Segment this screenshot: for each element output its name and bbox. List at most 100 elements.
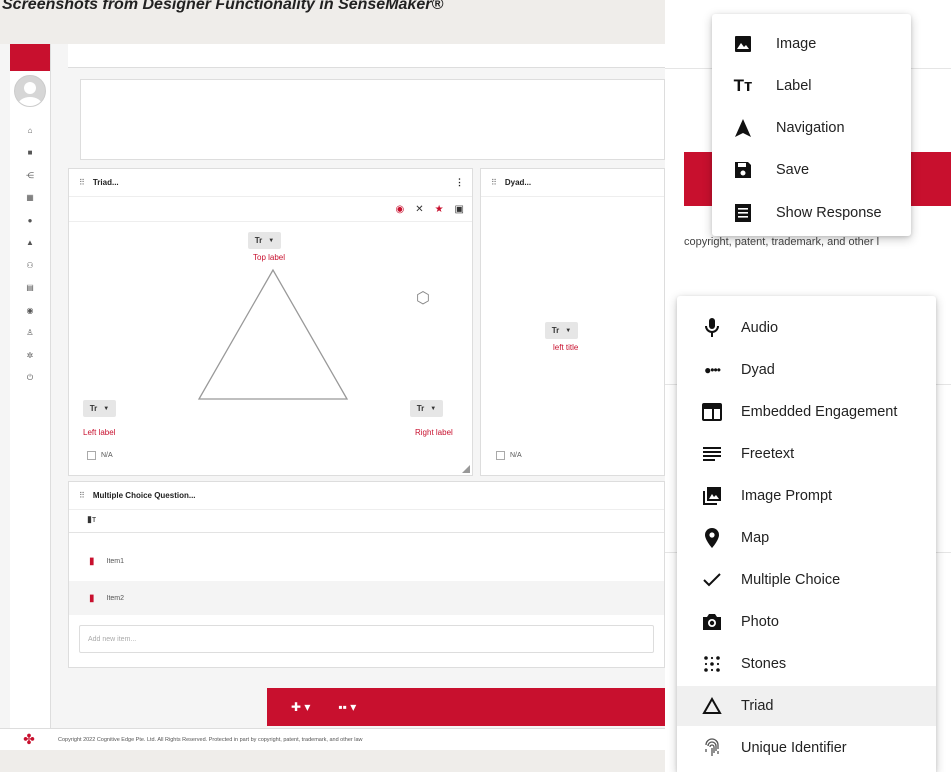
delete-text-icon[interactable]: ▮ᴛ <box>87 514 96 525</box>
people-icon[interactable]: ⚇ <box>10 254 50 277</box>
menu-item-map[interactable]: Map <box>677 526 936 550</box>
flask-icon[interactable]: ▲ <box>10 232 50 255</box>
top-label[interactable]: Top label <box>253 253 285 262</box>
rail-header <box>10 44 50 71</box>
triad-title: Triad... <box>92 178 119 187</box>
intro-text-block[interactable] <box>80 79 665 160</box>
add-element-bar: ✚ ▾ ▪▪ ▾ <box>267 688 665 726</box>
map-pin-icon <box>697 526 727 550</box>
tree-icon[interactable]: ⋲ <box>10 164 50 187</box>
mcq-title: Multiple Choice Question... <box>92 491 196 500</box>
menu-item-freetext[interactable]: Freetext <box>677 442 936 466</box>
background-copyright: copyright, patent, trademark, and other … <box>684 236 880 248</box>
dyad-icon: ●••• <box>704 363 721 377</box>
menu-item-unique-identifier[interactable]: Unique Identifier <box>677 736 936 760</box>
left-label[interactable]: Left label <box>83 428 115 437</box>
dyad-left-title[interactable]: left title <box>553 343 578 352</box>
dyad-title: Dyad... <box>504 178 532 187</box>
dyad-panel: ⠿ Dyad... Tr ▼ left title N/A <box>480 168 665 476</box>
avatar[interactable] <box>14 75 46 107</box>
power-icon[interactable]: ⏻ <box>10 367 50 390</box>
gear-icon[interactable]: ✲ <box>10 344 50 367</box>
triad-header: ⠿ Triad... ⋮ <box>69 169 472 197</box>
text-label-icon: Tт <box>733 76 753 95</box>
circle-icon[interactable]: ● <box>10 209 50 232</box>
grid-icon[interactable]: ▦ <box>10 187 50 210</box>
left-label-style-button[interactable]: Tr ▼ <box>83 400 116 417</box>
designer-app: ⌂ ■ ⋲ ▦ ● ▲ ⚇ ▤ ◉ ♙ ✲ ⏻ ⠿ Triad... ⋮ ◉ ✕ <box>0 44 665 750</box>
resize-handle[interactable] <box>462 465 470 473</box>
navigation-icon <box>728 116 758 140</box>
eye-icon[interactable]: ◉ <box>395 204 404 215</box>
figure-caption: Screenshots from Designer Functionality … <box>2 0 444 13</box>
na-option[interactable]: N/A <box>87 451 113 460</box>
image-icon <box>728 32 758 56</box>
save-icon <box>728 158 758 182</box>
trash-icon[interactable]: ▮ <box>89 593 95 604</box>
card-icon[interactable]: ▤ <box>10 277 50 300</box>
list-item[interactable]: ▮ Item2 <box>69 581 664 615</box>
triad-panel: ⠿ Triad... ⋮ ◉ ✕ ★ ▣ Tr ▼ Top label ⬡ Tr ▼… <box>68 168 473 476</box>
menu-item-label[interactable]: Tт Label <box>712 76 911 96</box>
menu-item-embedded-engagement[interactable]: Embedded Engagement <box>677 400 936 424</box>
home-icon[interactable]: ⌂ <box>10 119 50 142</box>
hide-icon[interactable]: ✕ <box>415 204 423 215</box>
embedded-engagement-icon <box>697 400 727 424</box>
menu-item-show-response[interactable]: Show Response <box>712 203 911 223</box>
menu-item-triad[interactable]: Triad <box>677 686 936 726</box>
menu-item-stones[interactable]: Stones <box>677 652 936 676</box>
hexagon-marker-icon[interactable]: ⬡ <box>416 288 430 308</box>
add-item-input[interactable]: Add new item... <box>79 625 654 653</box>
menu-item-multiple-choice[interactable]: Multiple Choice <box>677 568 936 592</box>
checkbox[interactable] <box>87 451 96 460</box>
shield-icon[interactable]: ◉ <box>10 299 50 322</box>
footer-copyright: Copyright 2022 Cognitive Edge Pte. Ltd. … <box>58 736 363 743</box>
show-response-icon <box>728 201 758 225</box>
person-icon[interactable]: ♙ <box>10 322 50 345</box>
comment-off-icon[interactable]: ▣ <box>455 204 464 215</box>
triad-triangle[interactable] <box>195 265 351 405</box>
trash-icon[interactable]: ▮ <box>89 556 95 567</box>
folder-icon[interactable]: ■ <box>10 142 50 165</box>
question-type-menu: Audio ●••• Dyad Embedded Engagement Free… <box>677 296 936 772</box>
menu-item-navigation[interactable]: Navigation <box>712 118 911 138</box>
image-prompt-icon <box>697 484 727 508</box>
freetext-icon <box>697 442 727 466</box>
widgets-icon[interactable]: ▪▪ ▾ <box>338 700 356 714</box>
menu-item-save[interactable]: Save <box>712 160 911 180</box>
designer-canvas: ⠿ Triad... ⋮ ◉ ✕ ★ ▣ Tr ▼ Top label ⬡ Tr ▼… <box>68 44 665 728</box>
drag-handle-icon[interactable]: ⠿ <box>79 178 85 187</box>
drag-handle-icon[interactable]: ⠿ <box>79 491 85 500</box>
camera-icon <box>697 610 727 634</box>
stones-icon <box>697 652 727 676</box>
triangle-icon <box>697 694 727 718</box>
top-bar <box>68 44 665 68</box>
microphone-icon <box>697 316 727 340</box>
list-item[interactable]: ▮ Item1 <box>69 544 664 578</box>
mcq-panel: ⠿ Multiple Choice Question... ▮ᴛ ▮ Item1… <box>68 481 665 668</box>
more-vert-icon[interactable]: ⋮ <box>455 177 464 188</box>
menu-item-image-prompt[interactable]: Image Prompt <box>677 484 936 508</box>
left-nav-rail: ⌂ ■ ⋲ ▦ ● ▲ ⚇ ▤ ◉ ♙ ✲ ⏻ <box>10 44 51 750</box>
menu-item-image[interactable]: Image <box>712 34 911 54</box>
checkmark-icon <box>697 568 727 592</box>
fingerprint-icon <box>697 736 727 760</box>
brand-logo-icon: ✤ <box>23 731 35 747</box>
menu-item-dyad[interactable]: ●••• Dyad <box>677 358 936 382</box>
right-label-style-button[interactable]: Tr ▼ <box>410 400 443 417</box>
top-label-style-button[interactable]: Tr ▼ <box>248 232 281 249</box>
footer: ✤ Copyright 2022 Cognitive Edge Pte. Ltd… <box>0 728 665 750</box>
right-label[interactable]: Right label <box>415 428 453 437</box>
tools-menu: Image Tт Label Navigation Save Show Resp… <box>712 14 911 236</box>
menu-item-audio[interactable]: Audio <box>677 316 936 340</box>
dyad-na-option[interactable]: N/A <box>496 451 522 460</box>
dyad-left-style-button[interactable]: Tr ▼ <box>545 322 578 339</box>
mcq-header: ⠿ Multiple Choice Question... <box>69 482 664 510</box>
menu-item-photo[interactable]: Photo <box>677 610 936 634</box>
add-circle-icon[interactable]: ✚ ▾ <box>291 700 310 714</box>
divider <box>69 532 664 533</box>
checkbox[interactable] <box>496 451 505 460</box>
star-icon[interactable]: ★ <box>435 204 444 215</box>
drag-handle-icon[interactable]: ⠿ <box>491 178 497 187</box>
triad-toolbar: ◉ ✕ ★ ▣ <box>69 197 472 222</box>
